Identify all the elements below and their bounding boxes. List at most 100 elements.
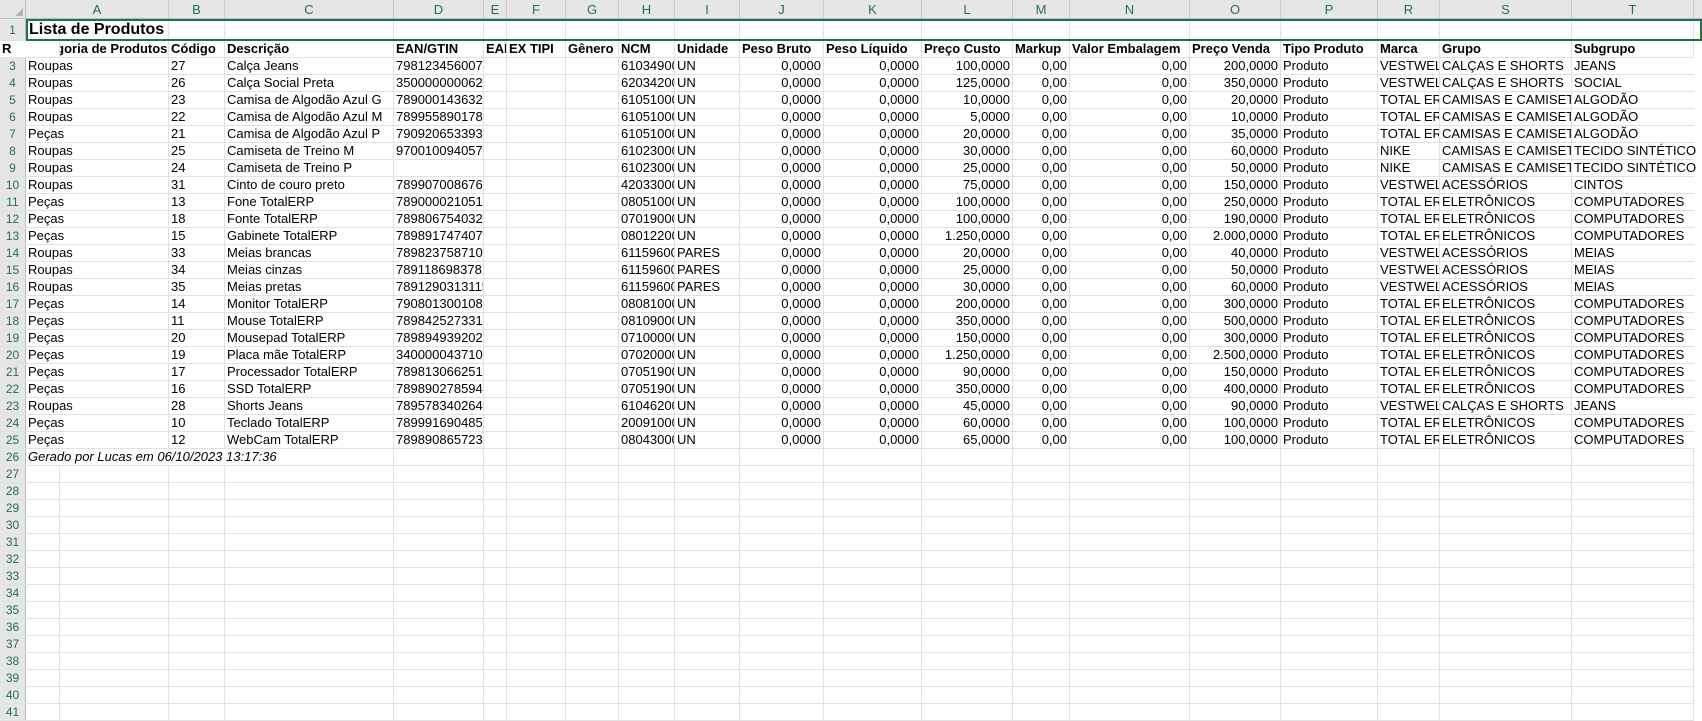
grid-cell[interactable] <box>1378 19 1440 41</box>
grid-cell[interactable] <box>225 534 394 551</box>
table-cell[interactable]: 0,00 <box>1013 415 1070 432</box>
table-cell[interactable]: ALGODÃO <box>1572 109 1694 126</box>
grid-cell[interactable] <box>1013 568 1070 585</box>
table-cell[interactable]: 7895783402645 <box>394 398 484 415</box>
table-cell[interactable] <box>566 75 619 92</box>
grid-cell[interactable] <box>225 517 394 534</box>
table-cell[interactable]: COMPUTADORES <box>1572 228 1694 245</box>
table-cell[interactable]: 7891186983781 <box>394 262 484 279</box>
table-cell[interactable]: Mouse TotalERP <box>225 313 394 330</box>
grid-cell[interactable] <box>1378 568 1440 585</box>
table-cell[interactable]: 0,00 <box>1070 177 1190 194</box>
grid-cell[interactable] <box>1572 704 1694 721</box>
grid-cell[interactable] <box>169 483 225 500</box>
grid-cell[interactable] <box>824 551 922 568</box>
table-cell[interactable]: TOTAL ERP <box>1378 364 1440 381</box>
table-cell[interactable]: VESTWELL <box>1378 58 1440 75</box>
table-cell[interactable]: Produto <box>1281 109 1378 126</box>
table-cell[interactable]: ELETRÔNICOS <box>1440 330 1572 347</box>
grid-cell[interactable] <box>484 517 507 534</box>
table-cell[interactable]: Peças <box>26 364 169 381</box>
table-cell[interactable]: 31 <box>169 177 225 194</box>
column-header-m[interactable]: M <box>1013 0 1070 19</box>
table-cell[interactable]: 0,00 <box>1013 432 1070 449</box>
table-cell[interactable]: JEANS <box>1572 58 1694 75</box>
table-cell[interactable] <box>484 143 507 160</box>
table-cell[interactable]: 0,00 <box>1070 432 1190 449</box>
grid-cell[interactable] <box>1070 602 1190 619</box>
table-cell[interactable]: 61046200 <box>619 398 675 415</box>
table-cell[interactable]: 0,0000 <box>740 58 824 75</box>
grid-cell[interactable] <box>675 534 740 551</box>
table-cell[interactable]: 0,0000 <box>740 432 824 449</box>
table-cell[interactable]: 34 <box>169 262 225 279</box>
table-cell[interactable]: 15 <box>169 228 225 245</box>
grid-cell[interactable] <box>169 687 225 704</box>
table-cell[interactable]: 0,00 <box>1013 398 1070 415</box>
grid-cell[interactable] <box>824 534 922 551</box>
table-cell[interactable]: 0,0000 <box>824 143 922 160</box>
table-cell[interactable]: 28 <box>169 398 225 415</box>
grid-cell[interactable] <box>1440 483 1572 500</box>
table-cell[interactable]: Produto <box>1281 177 1378 194</box>
table-cell[interactable]: TECIDO SINTÉTICO <box>1572 143 1696 160</box>
grid-cell[interactable] <box>1440 449 1572 466</box>
table-cell[interactable]: COMPUTADORES <box>1572 211 1694 228</box>
table-cell[interactable]: 26 <box>169 75 225 92</box>
table-cell[interactable]: 0,0000 <box>740 364 824 381</box>
grid-cell[interactable] <box>1070 449 1190 466</box>
grid-cell[interactable] <box>0 619 60 636</box>
table-cell[interactable] <box>484 279 507 296</box>
table-cell[interactable]: 7891290313115 <box>394 279 484 296</box>
grid-cell[interactable] <box>0 483 60 500</box>
grid-cell[interactable] <box>1070 653 1190 670</box>
grid-cell[interactable] <box>922 636 1013 653</box>
grid-cell[interactable] <box>484 636 507 653</box>
table-cell[interactable]: CAMISAS E CAMISETAS <box>1440 143 1572 160</box>
table-cell[interactable]: ELETRÔNICOS <box>1440 432 1572 449</box>
grid-cell[interactable] <box>394 19 484 41</box>
table-cell[interactable]: Roupas <box>26 398 169 415</box>
table-cell[interactable]: NIKE <box>1378 160 1440 177</box>
grid-cell[interactable] <box>619 602 675 619</box>
table-cell[interactable] <box>394 160 484 177</box>
table-cell[interactable]: Peças <box>26 381 169 398</box>
grid-cell[interactable] <box>169 568 225 585</box>
table-cell[interactable] <box>566 279 619 296</box>
grid-cell[interactable] <box>1070 466 1190 483</box>
table-cell[interactable]: 0,0000 <box>740 415 824 432</box>
column-header-a[interactable]: A <box>26 0 169 19</box>
table-cell[interactable] <box>507 160 566 177</box>
table-cell[interactable] <box>507 177 566 194</box>
grid-cell[interactable] <box>1281 551 1378 568</box>
table-cell[interactable]: 0,0000 <box>824 330 922 347</box>
table-cell[interactable]: UN <box>675 109 740 126</box>
table-cell[interactable]: 0,0000 <box>740 279 824 296</box>
grid-cell[interactable] <box>1013 704 1070 721</box>
table-cell[interactable]: 7898237587103 <box>394 245 484 262</box>
table-cell[interactable]: Roupas <box>26 58 169 75</box>
grid-cell[interactable] <box>1572 500 1694 517</box>
table-cell[interactable]: SOCIAL <box>1572 75 1694 92</box>
table-cell[interactable]: ACESSÓRIOS <box>1440 245 1572 262</box>
table-cell[interactable]: 0,00 <box>1070 398 1190 415</box>
grid-cell[interactable] <box>619 466 675 483</box>
grid-cell[interactable] <box>1378 551 1440 568</box>
table-cell[interactable] <box>484 347 507 364</box>
table-cell[interactable]: COMPUTADORES <box>1572 415 1694 432</box>
column-header-k[interactable]: K <box>824 0 922 19</box>
table-cell[interactable]: 0,00 <box>1070 415 1190 432</box>
table-cell[interactable]: 0,0000 <box>824 126 922 143</box>
table-cell[interactable]: 0,0000 <box>740 75 824 92</box>
table-cell[interactable]: MEIAS <box>1572 279 1694 296</box>
grid-cell[interactable] <box>1013 483 1070 500</box>
table-cell[interactable] <box>484 75 507 92</box>
grid-cell[interactable] <box>507 619 566 636</box>
grid-cell[interactable] <box>484 653 507 670</box>
grid-cell[interactable] <box>507 551 566 568</box>
table-cell[interactable]: UN <box>675 194 740 211</box>
grid-cell[interactable] <box>225 687 394 704</box>
table-cell[interactable] <box>566 398 619 415</box>
table-cell[interactable]: Roupas <box>26 262 169 279</box>
table-cell[interactable]: 0,00 <box>1013 296 1070 313</box>
